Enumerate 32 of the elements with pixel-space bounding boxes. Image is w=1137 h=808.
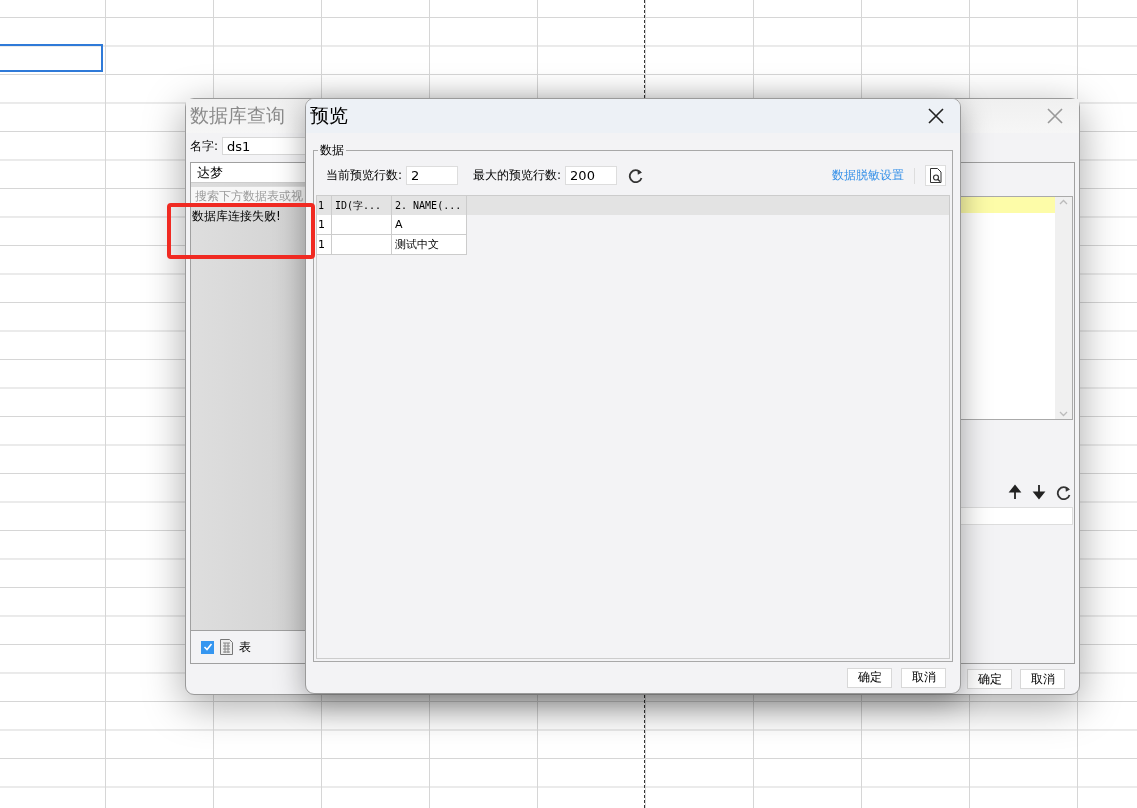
refresh-icon[interactable] xyxy=(1056,484,1071,500)
table-cell: 测试中文 xyxy=(392,235,467,255)
scrollbar[interactable] xyxy=(1055,197,1072,419)
max-rows-field[interactable]: 200 xyxy=(565,166,618,185)
max-rows-label: 最大的预览行数: xyxy=(473,167,562,184)
window-title: 预览 xyxy=(310,103,348,128)
chevron-down-icon xyxy=(1059,411,1068,417)
dialog-button[interactable]: 取消 xyxy=(901,667,946,688)
document-search-icon xyxy=(929,168,942,183)
arrow-up-icon[interactable] xyxy=(1008,484,1022,500)
arrow-down-icon[interactable] xyxy=(1032,484,1046,500)
checkbox[interactable] xyxy=(201,640,214,654)
row-number: 1 xyxy=(317,215,332,235)
dialog-button[interactable]: 确定 xyxy=(967,669,1012,689)
table-icon xyxy=(220,639,233,655)
table-cell: A xyxy=(392,215,467,235)
group-title: 数据 xyxy=(319,142,345,159)
name-label: 名字: xyxy=(190,137,219,155)
current-rows-field[interactable]: 2 xyxy=(406,166,459,185)
table-label: 表 xyxy=(239,638,251,656)
table-cell xyxy=(332,215,392,235)
window-title: 数据库查询 xyxy=(190,103,285,128)
current-rows-label: 当前预览行数: xyxy=(326,167,403,184)
row-number: 1 xyxy=(317,235,332,255)
dialog-button[interactable]: 取消 xyxy=(1020,669,1065,689)
refresh-icon[interactable] xyxy=(628,168,644,183)
chevron-up-icon xyxy=(1059,199,1068,205)
dialog-button[interactable]: 确定 xyxy=(847,667,892,688)
close-icon[interactable] xyxy=(927,107,945,125)
table-cell xyxy=(332,235,392,255)
preview-button[interactable] xyxy=(925,165,946,186)
error-message: 数据库连接失败! xyxy=(191,208,282,225)
